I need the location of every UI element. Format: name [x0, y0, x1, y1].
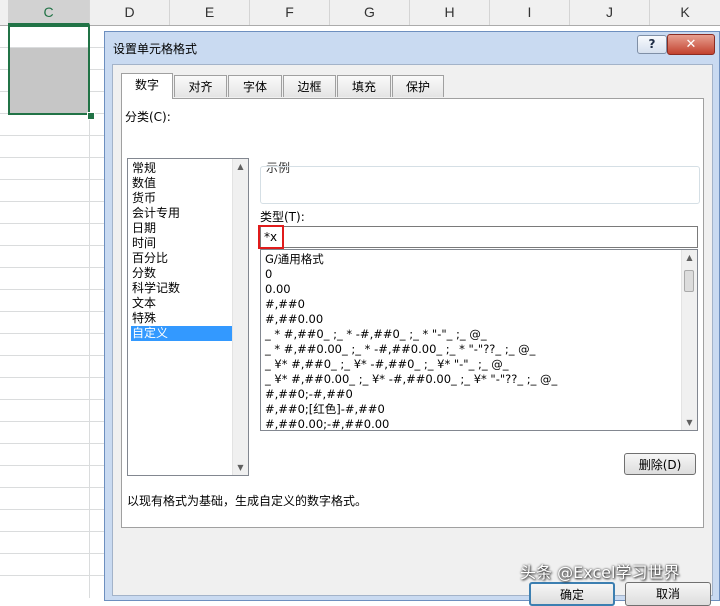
- type-input[interactable]: [260, 226, 698, 248]
- format-item[interactable]: #,##0: [265, 297, 305, 312]
- ok-button[interactable]: 确定: [529, 582, 615, 606]
- column-header-g[interactable]: G: [330, 0, 410, 25]
- format-item[interactable]: G/通用格式: [265, 252, 324, 267]
- fill-handle[interactable]: [87, 112, 95, 120]
- watermark-text: 头条 @Excel学习世界: [520, 563, 680, 582]
- column-header-k[interactable]: K: [650, 0, 720, 25]
- category-item-time[interactable]: 时间: [131, 236, 232, 251]
- scroll-thumb[interactable]: [684, 270, 694, 292]
- scroll-up-icon[interactable]: ▲: [233, 159, 248, 174]
- scroll-up-icon[interactable]: ▲: [682, 250, 697, 265]
- tab-fill[interactable]: 填充: [337, 75, 391, 97]
- column-header-bar: C D E F G H I J K: [0, 0, 720, 26]
- cell-selection-range[interactable]: [8, 25, 90, 115]
- tab-font[interactable]: 字体: [228, 75, 282, 97]
- format-item[interactable]: 0: [265, 267, 272, 282]
- format-item[interactable]: #,##0;-#,##0: [265, 387, 353, 402]
- format-item[interactable]: _ * #,##0_ ;_ * -#,##0_ ;_ * "-"_ ;_ @_: [265, 327, 487, 342]
- category-item-text[interactable]: 文本: [131, 296, 232, 311]
- category-item-currency[interactable]: 货币: [131, 191, 232, 206]
- format-item[interactable]: #,##0;[红色]-#,##0: [265, 402, 385, 417]
- category-item-accounting[interactable]: 会计专用: [131, 206, 232, 221]
- dialog-body: 数字 对齐 字体 边框 填充 保护 分类(C): 常规 数值 货币 会计专用 日…: [112, 64, 713, 606]
- category-item-percentage[interactable]: 百分比: [131, 251, 232, 266]
- category-item-fraction[interactable]: 分数: [131, 266, 232, 281]
- category-label: 分类(C):: [125, 110, 171, 124]
- category-scrollbar[interactable]: ▲ ▼: [232, 159, 248, 475]
- format-item[interactable]: #,##0.00: [265, 312, 323, 327]
- format-item[interactable]: _ * #,##0.00_ ;_ * -#,##0.00_ ;_ * "-"??…: [265, 342, 535, 357]
- column-header-f[interactable]: F: [250, 0, 330, 25]
- dialog-title-bar[interactable]: 设置单元格格式 ? ✕: [105, 32, 719, 60]
- scroll-down-icon[interactable]: ▼: [233, 460, 248, 475]
- dialog-title: 设置单元格格式: [113, 42, 198, 56]
- format-cells-dialog: 设置单元格格式 ? ✕ 数字 对齐 字体 边框 填充 保护 分类(C): 常规 …: [104, 31, 720, 606]
- help-button[interactable]: ?: [637, 35, 667, 54]
- format-list-scrollbar[interactable]: ▲ ▼: [681, 250, 697, 430]
- tab-alignment[interactable]: 对齐: [174, 75, 227, 97]
- column-header-j[interactable]: J: [570, 0, 650, 25]
- format-item[interactable]: #,##0.00;-#,##0.00: [265, 417, 389, 430]
- column-header-i[interactable]: I: [490, 0, 570, 25]
- type-label: 类型(T):: [260, 210, 305, 224]
- column-header-e[interactable]: E: [170, 0, 250, 25]
- close-button[interactable]: ✕: [667, 34, 715, 55]
- format-code-list[interactable]: G/通用格式 0 0.00 #,##0 #,##0.00 _ * #,##0_ …: [260, 249, 698, 431]
- cancel-button[interactable]: 取消: [625, 582, 711, 606]
- format-item[interactable]: _ ¥* #,##0.00_ ;_ ¥* -#,##0.00_ ;_ ¥* "-…: [265, 372, 557, 387]
- category-item-special[interactable]: 特殊: [131, 311, 232, 326]
- category-item-scientific[interactable]: 科学记数: [131, 281, 232, 296]
- column-header-h[interactable]: H: [410, 0, 490, 25]
- category-item-custom[interactable]: 自定义: [131, 326, 232, 341]
- tab-protection[interactable]: 保护: [392, 75, 444, 97]
- scroll-down-icon[interactable]: ▼: [682, 415, 697, 430]
- format-description: 以现有格式为基础，生成自定义的数字格式。: [127, 494, 368, 508]
- sample-preview-box: [260, 166, 700, 204]
- format-item[interactable]: 0.00: [265, 282, 291, 297]
- category-item-number[interactable]: 数值: [131, 176, 232, 191]
- format-item[interactable]: _ ¥* #,##0_ ;_ ¥* -#,##0_ ;_ ¥* "-"_ ;_ …: [265, 357, 509, 372]
- category-item-date[interactable]: 日期: [131, 221, 232, 236]
- column-header-d[interactable]: D: [90, 0, 170, 25]
- column-header-c[interactable]: C: [8, 0, 90, 25]
- delete-button[interactable]: 删除(D): [624, 453, 696, 475]
- tab-number[interactable]: 数字: [121, 73, 173, 99]
- tab-border[interactable]: 边框: [283, 75, 336, 97]
- category-item-general[interactable]: 常规: [131, 161, 232, 176]
- type-highlight-annotation: [258, 225, 284, 249]
- category-list[interactable]: 常规 数值 货币 会计专用 日期 时间 百分比 分数 科学记数 文本 特殊 自定…: [127, 158, 249, 476]
